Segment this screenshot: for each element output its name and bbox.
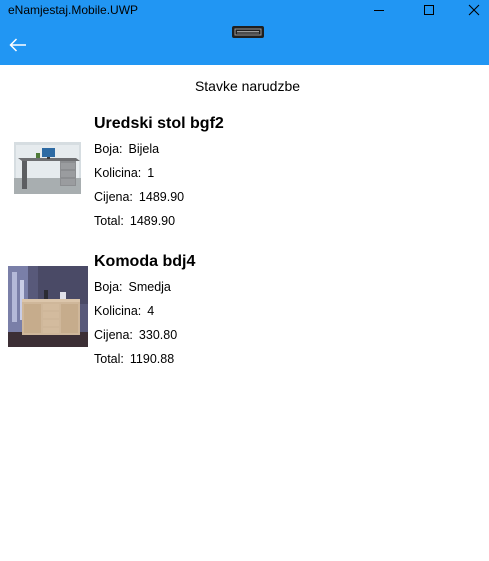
price-label: Cijena: [94,190,133,204]
quantity-label: Kolicina: [94,304,142,318]
minimize-icon [374,10,384,11]
total-label: Total: [94,352,124,366]
quantity-value: 1 [147,166,155,180]
item-name: Uredski stol bgf2 [94,115,224,132]
total-value: 1190.88 [129,352,175,366]
price-label: Cijena: [94,328,133,342]
back-button[interactable] [6,34,30,56]
item-total: Total: 1489.90 [94,213,175,229]
item-color: Boja: Smedja [94,279,171,295]
item-total: Total: 1190.88 [94,351,174,367]
page-title: Stavke narudzbe [194,78,301,94]
minimize-button[interactable] [356,0,402,20]
color-label: Boja: [94,142,123,156]
item-quantity: Kolicina: 1 [94,165,154,181]
quantity-value: 4 [147,304,155,318]
color-label: Boja: [94,280,123,294]
close-icon [468,4,480,16]
quantity-label: Kolicina: [94,166,142,180]
hamburger-menu-button[interactable] [232,26,264,38]
maximize-button[interactable] [406,0,452,20]
dresser-photo [8,266,88,347]
maximize-icon [424,5,434,15]
total-label: Total: [94,214,124,228]
price-value: 330.80 [138,328,178,342]
list-item[interactable]: Komoda bdj4 Boja: Smedja Kolicina: 4 Cijen… [0,246,489,376]
item-quantity: Kolicina: 4 [94,303,154,319]
office-desk-photo [14,142,81,194]
color-value: Bijela [128,142,160,156]
price-value: 1489.90 [138,190,185,204]
title-bar: eNamjestaj.Mobile.UWP [0,0,489,65]
item-name: Komoda bdj4 [94,253,196,270]
total-value: 1489.90 [129,214,176,228]
list-item[interactable]: Uredski stol bgf2 Boja: Bijela Kolicina: 1… [0,108,489,238]
item-price: Cijena: 330.80 [94,327,177,343]
app-window: eNamjestaj.Mobile.UWP Stavke narudzbe Ur… [0,0,489,561]
app-title: eNamjestaj.Mobile.UWP [8,3,139,17]
item-price: Cijena: 1489.90 [94,189,184,205]
item-color: Boja: Bijela [94,141,159,157]
color-value: Smedja [128,280,171,294]
hamburger-icon [234,28,262,36]
back-arrow-icon [9,38,26,52]
close-button[interactable] [451,0,489,20]
